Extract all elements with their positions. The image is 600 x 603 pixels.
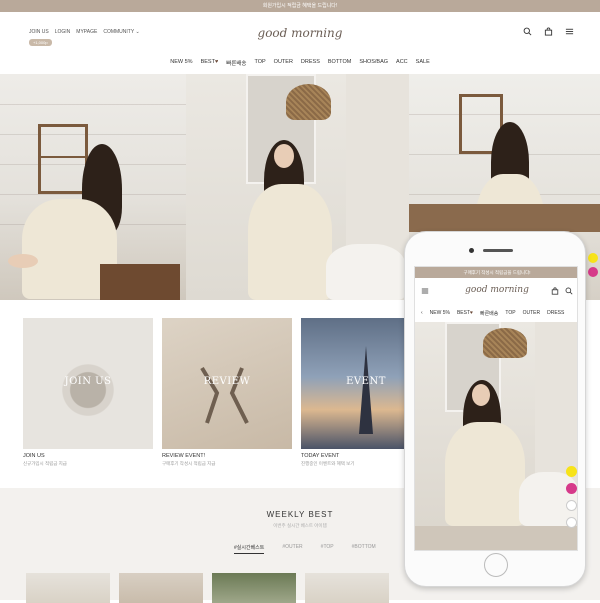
kakao-icon[interactable] [566, 466, 577, 477]
tab-bottom[interactable]: #BOTTOM [352, 544, 376, 554]
menu-icon[interactable] [565, 27, 574, 36]
phone-nav-top[interactable]: TOP [505, 310, 515, 317]
hero-photo-2 [186, 74, 409, 300]
site-header: JOIN US LOGIN MYPAGE COMMUNITY ⌄ +1,000p… [0, 12, 600, 74]
product-thumb[interactable] [305, 573, 389, 603]
speaker-icon [483, 249, 513, 252]
nav-fast-delivery[interactable]: 빠른배송 [226, 59, 246, 67]
bag-icon[interactable] [551, 287, 559, 295]
join-image: JOIN US [23, 318, 153, 449]
nav-top[interactable]: TOP [254, 59, 265, 67]
product-thumb[interactable] [212, 573, 296, 603]
nav-outer[interactable]: OUTER [274, 59, 293, 67]
join-badge: +1,000p [29, 39, 52, 46]
floating-icons [588, 253, 598, 277]
phone-nav-dress[interactable]: DRESS [547, 310, 564, 317]
instagram-icon[interactable] [566, 483, 577, 494]
nav-sale[interactable]: SALE [416, 59, 430, 67]
scroll-up-icon[interactable] [566, 500, 577, 511]
search-icon[interactable] [523, 27, 532, 36]
home-button[interactable] [484, 553, 508, 577]
nav-acc[interactable]: ACC [396, 59, 408, 67]
tab-top[interactable]: #TOP [321, 544, 334, 554]
phone-floating-icons [566, 466, 577, 528]
card-review[interactable]: REVIEW REVIEW EVENT! 구매후기 작성시 적립금 지급 [162, 318, 292, 467]
glasses-shadow [200, 366, 249, 424]
phone-promo: 구매후기 작성시 적립금을 드립니다! [415, 267, 577, 278]
tab-outer[interactable]: #OUTER [282, 544, 302, 554]
camera-icon [469, 248, 474, 253]
heart-icon: ♥ [470, 310, 473, 316]
phone-nav-new[interactable]: NEW 5% [430, 310, 450, 317]
kakao-icon[interactable] [588, 253, 598, 263]
phone-nav-best[interactable]: BEST♥ [457, 310, 473, 317]
eiffel-tower [359, 346, 373, 434]
nav-new[interactable]: NEW 5% [170, 59, 192, 67]
nav-dress[interactable]: DRESS [301, 59, 320, 67]
product-thumb[interactable] [119, 573, 203, 603]
hero-photo-1 [0, 74, 186, 300]
event-cards: JOIN US JOIN US 신규가입시 적립금 지급 REVIEW REVI… [23, 318, 431, 467]
logo[interactable]: good morning [0, 26, 600, 40]
phone-thumb-strip [415, 526, 577, 550]
nav-bottom[interactable]: BOTTOM [328, 59, 351, 67]
phone-nav-outer[interactable]: OUTER [523, 310, 541, 317]
phone-screen: 구매후기 작성시 적립금을 드립니다! good morning ‹ NEW 5… [414, 266, 578, 551]
phone-nav: ‹ NEW 5% BEST♥ 빠른배송 TOP OUTER DRESS [421, 310, 564, 317]
nav-best[interactable]: BEST♥ [201, 59, 219, 67]
header-icons [523, 27, 574, 36]
main-nav: NEW 5% BEST♥ 빠른배송 TOP OUTER DRESS BOTTOM… [0, 59, 600, 67]
review-image: REVIEW [162, 318, 292, 449]
tab-realtime-best[interactable]: #실시간베스트 [234, 544, 265, 554]
card-join[interactable]: JOIN US JOIN US 신규가입시 적립금 지급 [23, 318, 153, 467]
weekly-tabs: #실시간베스트 #OUTER #TOP #BOTTOM [234, 544, 376, 554]
phone-hero-photo[interactable] [415, 322, 577, 526]
phone-nav-fast[interactable]: 빠른배송 [480, 310, 498, 317]
product-thumbnails [26, 573, 389, 603]
scroll-down-icon[interactable] [566, 517, 577, 528]
phone-nav-prev-icon[interactable]: ‹ [421, 310, 423, 317]
bag-icon[interactable] [544, 27, 553, 36]
search-icon[interactable] [565, 287, 573, 295]
nav-shoes-bag[interactable]: SHOS/BAG [359, 59, 388, 67]
instagram-icon[interactable] [588, 267, 598, 277]
heart-icon: ♥ [214, 59, 219, 65]
phone-mockup: 구매후기 작성시 적립금을 드립니다! good morning ‹ NEW 5… [404, 231, 586, 587]
promo-banner: 회원가입시 적립금 혜택을 드립니다! [0, 0, 600, 12]
product-thumb[interactable] [26, 573, 110, 603]
